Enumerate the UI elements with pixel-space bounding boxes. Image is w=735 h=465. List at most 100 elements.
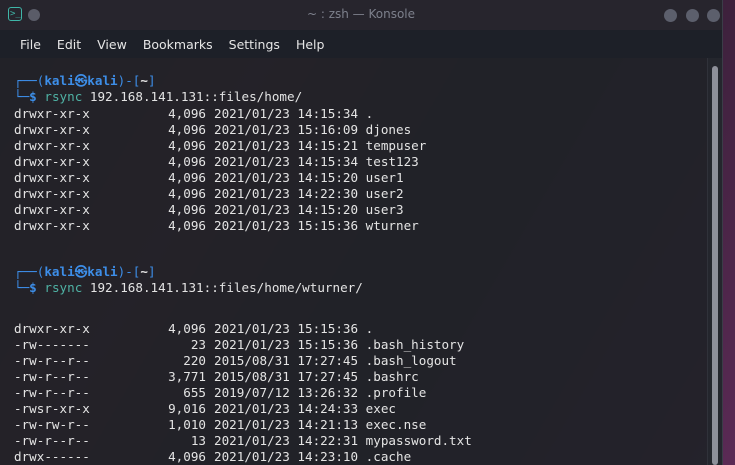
menu-help[interactable]: Help [288, 37, 333, 52]
file-size: 23 [190, 337, 206, 352]
file-size: 1,010 [168, 417, 206, 432]
prompt-deco: )-[ [117, 73, 141, 88]
file-row: drwx------ 4,096 2021/01/23 14:23:10 .cach… [14, 449, 411, 465]
file-permissions: -rw-r--r-- [14, 353, 90, 368]
konsole-window: >_ ~ : zsh — Konsole File Edit View Bookmar… [0, 0, 723, 465]
prompt-at-icon: ㉿ [74, 264, 88, 279]
file-size: 4,096 [168, 186, 206, 201]
prompt-user: kali [44, 73, 75, 88]
prompt-dir: ~ [140, 73, 148, 88]
menu-edit[interactable]: Edit [49, 37, 89, 52]
menu-view[interactable]: View [89, 37, 135, 52]
prompt-symbol: $ [29, 89, 37, 104]
file-size: 4,096 [168, 106, 206, 121]
menu-settings[interactable]: Settings [221, 37, 288, 52]
file-size: 4,096 [168, 202, 206, 217]
file-row: -rwsr-xr-x 9,016 2021/01/23 14:24:33 exec [14, 401, 396, 417]
scrollbar[interactable] [707, 58, 722, 465]
file-name: . [365, 106, 374, 121]
file-row: drwxr-xr-x 4,096 2021/01/23 15:15:36 . [14, 321, 373, 337]
command-line: └─$ rsync 192.168.141.131::files/home/ [14, 89, 302, 105]
file-date: 2021/01/23 15:15:36 [214, 218, 359, 233]
terminal-output[interactable]: ┌──(kali㉿kali)-[~] └─$ rsync 192.168.141.… [0, 58, 708, 465]
file-permissions: drwx------ [14, 449, 90, 464]
file-permissions: drwxr-xr-x [14, 122, 90, 137]
file-name: user1 [365, 170, 404, 185]
file-row: -rw-rw-r-- 1,010 2021/01/23 14:21:13 exec.… [14, 417, 426, 433]
prompt-host: kali [87, 264, 118, 279]
command-name: rsync [44, 280, 83, 295]
file-size: 3,771 [168, 369, 206, 384]
file-permissions: -rw-r--r-- [14, 369, 90, 384]
file-row: -rw-r--r-- 13 2021/01/23 14:22:31 mypasswo… [14, 433, 472, 449]
file-date: 2021/01/23 14:22:30 [214, 186, 359, 201]
prompt-dir: ~ [140, 264, 148, 279]
file-size: 655 [183, 385, 206, 400]
prompt-deco: └─ [14, 280, 30, 295]
file-size: 4,096 [168, 170, 206, 185]
file-size: 4,096 [168, 138, 206, 153]
scrollbar-thumb[interactable] [712, 66, 718, 465]
file-name: .bash_logout [365, 353, 457, 368]
prompt-deco: ] [147, 73, 156, 88]
menu-bookmarks[interactable]: Bookmarks [135, 37, 221, 52]
file-name: tempuser [365, 138, 427, 153]
close-button[interactable] [707, 9, 720, 22]
file-permissions: -rw------- [14, 337, 90, 352]
title-bar[interactable]: >_ ~ : zsh — Konsole [0, 0, 722, 30]
file-name: user3 [365, 202, 404, 217]
file-name: wturner [365, 218, 419, 233]
file-permissions: -rw-r--r-- [14, 433, 90, 448]
file-date: 2021/01/23 14:15:20 [214, 202, 359, 217]
menu-file[interactable]: File [12, 37, 49, 52]
file-date: 2015/08/31 17:27:45 [214, 353, 359, 368]
file-size: 4,096 [168, 122, 206, 137]
prompt-deco: ┌──( [14, 264, 45, 279]
command-args: 192.168.141.131::files/home/ [89, 89, 303, 104]
file-row: drwxr-xr-x 4,096 2021/01/23 14:15:20 user1 [14, 170, 404, 186]
file-name: .profile [365, 385, 427, 400]
file-date: 2021/01/23 14:15:34 [214, 154, 359, 169]
command-name: rsync [44, 89, 83, 104]
file-row: -rw-r--r-- 655 2019/07/12 13:26:32 .profil… [14, 385, 426, 401]
file-date: 2019/07/12 13:26:32 [214, 385, 359, 400]
command-args: 192.168.141.131::files/home/wturner/ [89, 280, 363, 295]
file-name: .bashrc [365, 369, 419, 384]
file-permissions: drwxr-xr-x [14, 154, 90, 169]
file-size: 4,096 [168, 321, 206, 336]
file-permissions: drwxr-xr-x [14, 106, 90, 121]
file-row: drwxr-xr-x 4,096 2021/01/23 14:15:21 tempu… [14, 138, 426, 154]
prompt-deco: )-[ [117, 264, 141, 279]
file-row: drwxr-xr-x 4,096 2021/01/23 14:15:34 . [14, 106, 373, 122]
file-row: drwxr-xr-x 4,096 2021/01/23 15:15:36 wturn… [14, 218, 419, 234]
prompt-deco: ] [147, 264, 156, 279]
file-size: 13 [190, 433, 206, 448]
file-date: 2021/01/23 14:22:31 [214, 433, 359, 448]
file-row: -rw-r--r-- 3,771 2015/08/31 17:27:45 .bash… [14, 369, 419, 385]
file-date: 2021/01/23 15:16:09 [214, 122, 359, 137]
window-title: ~ : zsh — Konsole [306, 7, 416, 21]
file-date: 2021/01/23 14:24:33 [214, 401, 359, 416]
file-permissions: -rwsr-xr-x [14, 401, 90, 416]
file-date: 2021/01/23 14:21:13 [214, 417, 359, 432]
file-size: 220 [183, 353, 206, 368]
file-permissions: drwxr-xr-x [14, 138, 90, 153]
prompt-line: ┌──(kali㉿kali)-[~] [14, 73, 156, 89]
file-name: exec.nse [365, 417, 427, 432]
file-name: test123 [365, 154, 419, 169]
maximize-button[interactable] [686, 9, 699, 22]
prompt-host: kali [87, 73, 118, 88]
minimize-button[interactable] [664, 9, 677, 22]
file-size: 4,096 [168, 449, 206, 464]
prompt-at-icon: ㉿ [74, 73, 88, 88]
file-date: 2021/01/23 14:15:20 [214, 170, 359, 185]
file-size: 9,016 [168, 401, 206, 416]
file-size: 4,096 [168, 154, 206, 169]
file-row: -rw------- 23 2021/01/23 15:15:36 .bash_hi… [14, 337, 464, 353]
file-permissions: drwxr-xr-x [14, 202, 90, 217]
file-date: 2021/01/23 14:15:21 [214, 138, 359, 153]
file-row: drwxr-xr-x 4,096 2021/01/23 14:15:34 test1… [14, 154, 419, 170]
prompt-line: ┌──(kali㉿kali)-[~] [14, 264, 156, 280]
file-name: .bash_history [365, 337, 465, 352]
file-name: user2 [365, 186, 404, 201]
